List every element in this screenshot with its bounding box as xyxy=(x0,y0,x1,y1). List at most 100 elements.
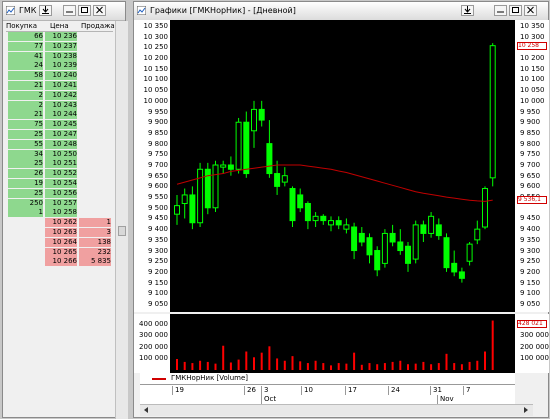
orderbook-row[interactable]: 24 10 239 xyxy=(8,61,110,71)
candle xyxy=(343,218,350,234)
orderbook-row[interactable]: 2 10 243 xyxy=(8,100,110,110)
price-tick: 9 400 xyxy=(520,225,541,234)
header-buy[interactable]: Покупка xyxy=(6,21,37,31)
orderbook-row[interactable]: 21 10 244 xyxy=(8,110,110,120)
orderbook-row[interactable]: 66 10 236 xyxy=(8,32,110,41)
buy-qty xyxy=(8,228,43,237)
price: 10 257 xyxy=(45,198,77,208)
candle xyxy=(366,233,373,264)
price-tick: 10 050 xyxy=(143,86,169,95)
pin-button[interactable] xyxy=(39,5,52,16)
orderbook-row[interactable]: 25 10 251 xyxy=(8,159,110,169)
sell-qty xyxy=(79,71,111,80)
price: 10 238 xyxy=(45,51,77,61)
price-chart[interactable] xyxy=(170,20,515,312)
orderbook-row[interactable]: 1 10 258 xyxy=(8,208,110,218)
scroll-thumb[interactable] xyxy=(118,226,126,236)
header-price[interactable]: Цена xyxy=(50,21,69,31)
buy-qty xyxy=(8,238,43,247)
orderbook-row[interactable]: 10 263 3 xyxy=(8,228,111,237)
orderbook-row[interactable]: 26 10 252 xyxy=(8,169,110,179)
orderbook-row[interactable]: 10 262 1 xyxy=(8,218,111,228)
moving-average-line xyxy=(176,164,493,202)
candle xyxy=(351,222,358,260)
volume-tick: 100 000 xyxy=(139,354,168,363)
candle xyxy=(435,218,442,240)
volume-chart[interactable] xyxy=(170,314,515,373)
candle xyxy=(412,220,419,264)
orderbook-row[interactable]: 10 264 138 xyxy=(8,237,111,247)
month-tick: Oct xyxy=(261,395,276,404)
orderbook-row[interactable]: 77 10 237 xyxy=(8,41,110,51)
pin-button[interactable] xyxy=(461,5,474,16)
price-tick: 10 250 xyxy=(143,43,169,52)
buy-qty: 19 xyxy=(8,179,43,188)
scroll-right-icon[interactable] xyxy=(521,405,531,415)
orderbook-row[interactable]: 250 10 257 xyxy=(8,198,111,208)
price-tick: 10 100 xyxy=(520,75,545,84)
orderbook-row[interactable]: 25 10 256 xyxy=(8,188,110,198)
price-tick: 9 600 xyxy=(147,182,168,191)
volume-bar xyxy=(391,361,394,370)
price: 10 241 xyxy=(45,81,77,90)
orderbook-row[interactable]: 21 10 241 xyxy=(8,81,110,90)
minimize-icon xyxy=(66,11,73,13)
price: 10 264 xyxy=(45,237,77,247)
orderbook-row[interactable]: 10 265 232 xyxy=(8,247,111,257)
maximize-button[interactable] xyxy=(509,5,522,16)
volume-bar xyxy=(453,363,456,370)
close-button[interactable] xyxy=(524,5,537,16)
orderbook-row[interactable]: 55 10 248 xyxy=(8,139,110,149)
price-tick: 9 950 xyxy=(520,107,541,116)
chart-legend: ГМКНорНик [Volume] xyxy=(140,373,515,384)
price-tick: 9 750 xyxy=(520,150,541,159)
volume-bar xyxy=(330,365,332,370)
sell-qty xyxy=(79,199,111,208)
scroll-left-icon[interactable] xyxy=(141,405,151,415)
minimize-button[interactable] xyxy=(63,5,76,16)
volume-tick: 200 000 xyxy=(520,342,549,351)
buy-qty: 34 xyxy=(8,149,43,159)
volume-chart-area[interactable] xyxy=(170,314,515,373)
candle xyxy=(312,212,319,228)
orderbook-row[interactable]: 58 10 240 xyxy=(8,71,111,81)
orderbook-row[interactable]: 10 266 5 835 xyxy=(8,257,111,267)
orderbook-row[interactable]: 75 10 245 xyxy=(8,120,111,130)
price: 10 250 xyxy=(45,149,77,159)
sell-qty xyxy=(79,150,111,159)
orderbook-row[interactable]: 2 10 242 xyxy=(8,90,110,100)
buy-qty: 77 xyxy=(8,41,43,51)
price: 10 239 xyxy=(45,61,77,71)
orderbook-scrollbar[interactable] xyxy=(115,21,128,419)
orderbook-row[interactable]: 19 10 254 xyxy=(8,179,110,188)
orderbook-titlebar[interactable]: ГМК xyxy=(3,2,125,21)
maximize-icon xyxy=(512,7,519,13)
price-tick: 9 150 xyxy=(147,278,168,287)
volume-bar xyxy=(345,363,348,370)
sell-qty xyxy=(79,120,111,129)
price-tick: 9 850 xyxy=(147,128,168,137)
volume-tick: 300 000 xyxy=(139,331,168,340)
candle xyxy=(297,188,304,213)
price-chart-area[interactable] xyxy=(170,20,515,312)
close-icon xyxy=(96,6,103,14)
candle xyxy=(212,160,219,213)
chart-titlebar[interactable]: Графики [ГМКНорНик] - [Дневной] xyxy=(134,2,548,21)
volume-bar xyxy=(383,363,386,370)
volume-bar xyxy=(206,361,209,370)
orderbook-row[interactable]: 41 10 238 xyxy=(8,51,110,61)
price-tick: 9 050 xyxy=(520,300,541,308)
minimize-button[interactable] xyxy=(494,5,507,16)
header-sell[interactable]: Продажа xyxy=(81,21,115,31)
volume-bar xyxy=(229,362,232,370)
close-button[interactable] xyxy=(93,5,106,16)
horizontal-scrollbar[interactable] xyxy=(140,404,533,416)
maximize-button[interactable] xyxy=(78,5,91,16)
volume-bar xyxy=(460,364,463,370)
month-tick: Nov xyxy=(437,395,454,404)
buy-qty: 26 xyxy=(8,169,43,179)
price-tick: 10 000 xyxy=(520,96,545,105)
orderbook-row[interactable]: 34 10 250 xyxy=(8,149,111,159)
price-tick: 9 950 xyxy=(147,107,168,116)
orderbook-row[interactable]: 25 10 247 xyxy=(8,130,110,139)
